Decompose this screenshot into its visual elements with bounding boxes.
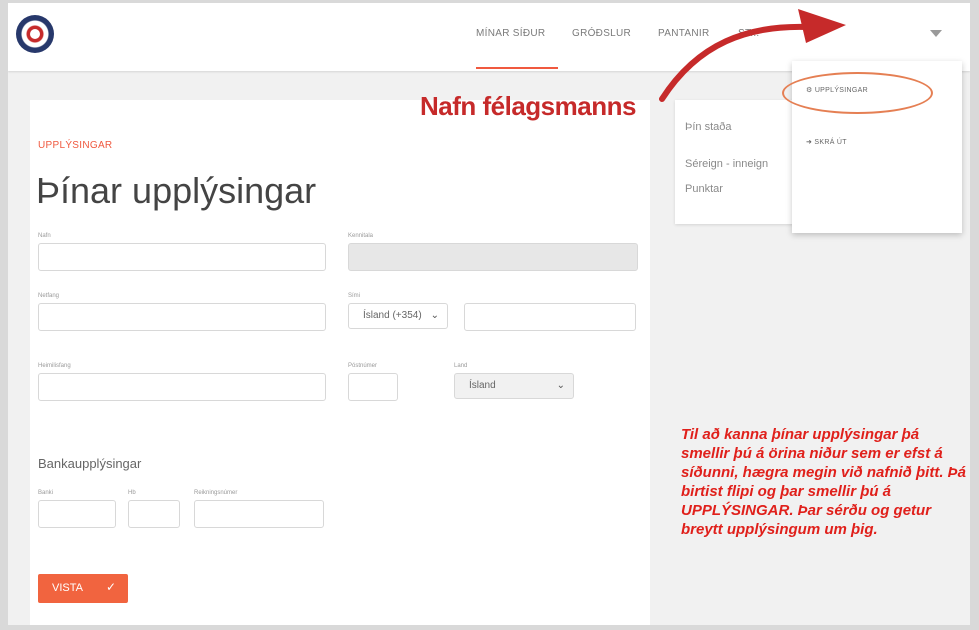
label-reikningsnumer: Reikningsnúmer xyxy=(194,490,238,496)
phone-country-select[interactable]: Ísland (+354) ⌄ xyxy=(348,303,448,329)
nav-minar-sidur[interactable]: MÍNAR SÍÐUR xyxy=(476,28,545,39)
profile-card: UPPLÝSINGAR Þínar upplýsingar Nafn Kenni… xyxy=(30,100,650,625)
label-banki: Banki xyxy=(38,490,54,496)
annotation-arrow-icon xyxy=(659,9,846,102)
logout-icon: ➜ xyxy=(806,139,813,146)
kennitala-input xyxy=(348,243,638,271)
dropdown-item-skra-ut-label: SKRÁ ÚT xyxy=(814,139,847,146)
save-button-label: VISTA xyxy=(52,582,83,594)
logo-center xyxy=(30,29,40,39)
status-title: Þín staða xyxy=(685,121,732,133)
phone-country-value: Ísland (+354) xyxy=(363,310,422,321)
app-frame: MÍNAR SÍÐUR GRÓÐSLUR PANTANIR ST... UPPL… xyxy=(8,3,970,625)
status-line-sereign: Séreign - inneign xyxy=(685,158,769,170)
chevron-down-icon: ⌄ xyxy=(430,310,439,321)
bank-section-title: Bankaupplýsingar xyxy=(38,456,142,471)
name-input[interactable] xyxy=(38,243,326,271)
check-icon: ✓ xyxy=(106,580,117,594)
chevron-down-icon[interactable] xyxy=(930,30,942,37)
nav-grodslur[interactable]: GRÓÐSLUR xyxy=(572,28,631,39)
label-kennitala: Kennitala xyxy=(348,233,374,239)
dropdown-item-skra-ut[interactable]: ➜ SKRÁ ÚT xyxy=(806,138,847,146)
label-hb: Hb xyxy=(128,490,136,496)
bank-input[interactable] xyxy=(38,500,116,528)
page-eyebrow: UPPLÝSINGAR xyxy=(38,140,113,151)
postcode-input[interactable] xyxy=(348,373,398,401)
hb-input[interactable] xyxy=(128,500,180,528)
label-nafn: Nafn xyxy=(38,233,51,239)
email-input[interactable] xyxy=(38,303,326,331)
annotation-title: Nafn félagsmanns xyxy=(420,91,636,121)
country-select[interactable]: Ísland ⌄ xyxy=(454,373,574,399)
label-netfang: Netfang xyxy=(38,293,60,299)
label-simi: Sími xyxy=(348,293,360,299)
label-heimilisfang: Heimilisfang xyxy=(38,363,71,369)
instruction-note: Til að kanna þínar upplýsingar þá smelli… xyxy=(681,426,967,538)
page-title: Þínar upplýsingar xyxy=(36,170,317,211)
status-line-punktar: Punktar xyxy=(685,183,723,195)
account-number-input[interactable] xyxy=(194,500,324,528)
address-input[interactable] xyxy=(38,373,326,401)
label-postnumer: Póstnúmer xyxy=(348,363,378,369)
country-value: Ísland xyxy=(469,380,496,391)
chevron-down-icon: ⌄ xyxy=(556,380,565,391)
label-land: Land xyxy=(454,363,468,369)
nav-active-underline xyxy=(476,67,558,69)
save-button[interactable]: VISTA ✓ xyxy=(38,574,128,603)
logo[interactable] xyxy=(16,15,54,53)
phone-input[interactable] xyxy=(464,303,636,331)
